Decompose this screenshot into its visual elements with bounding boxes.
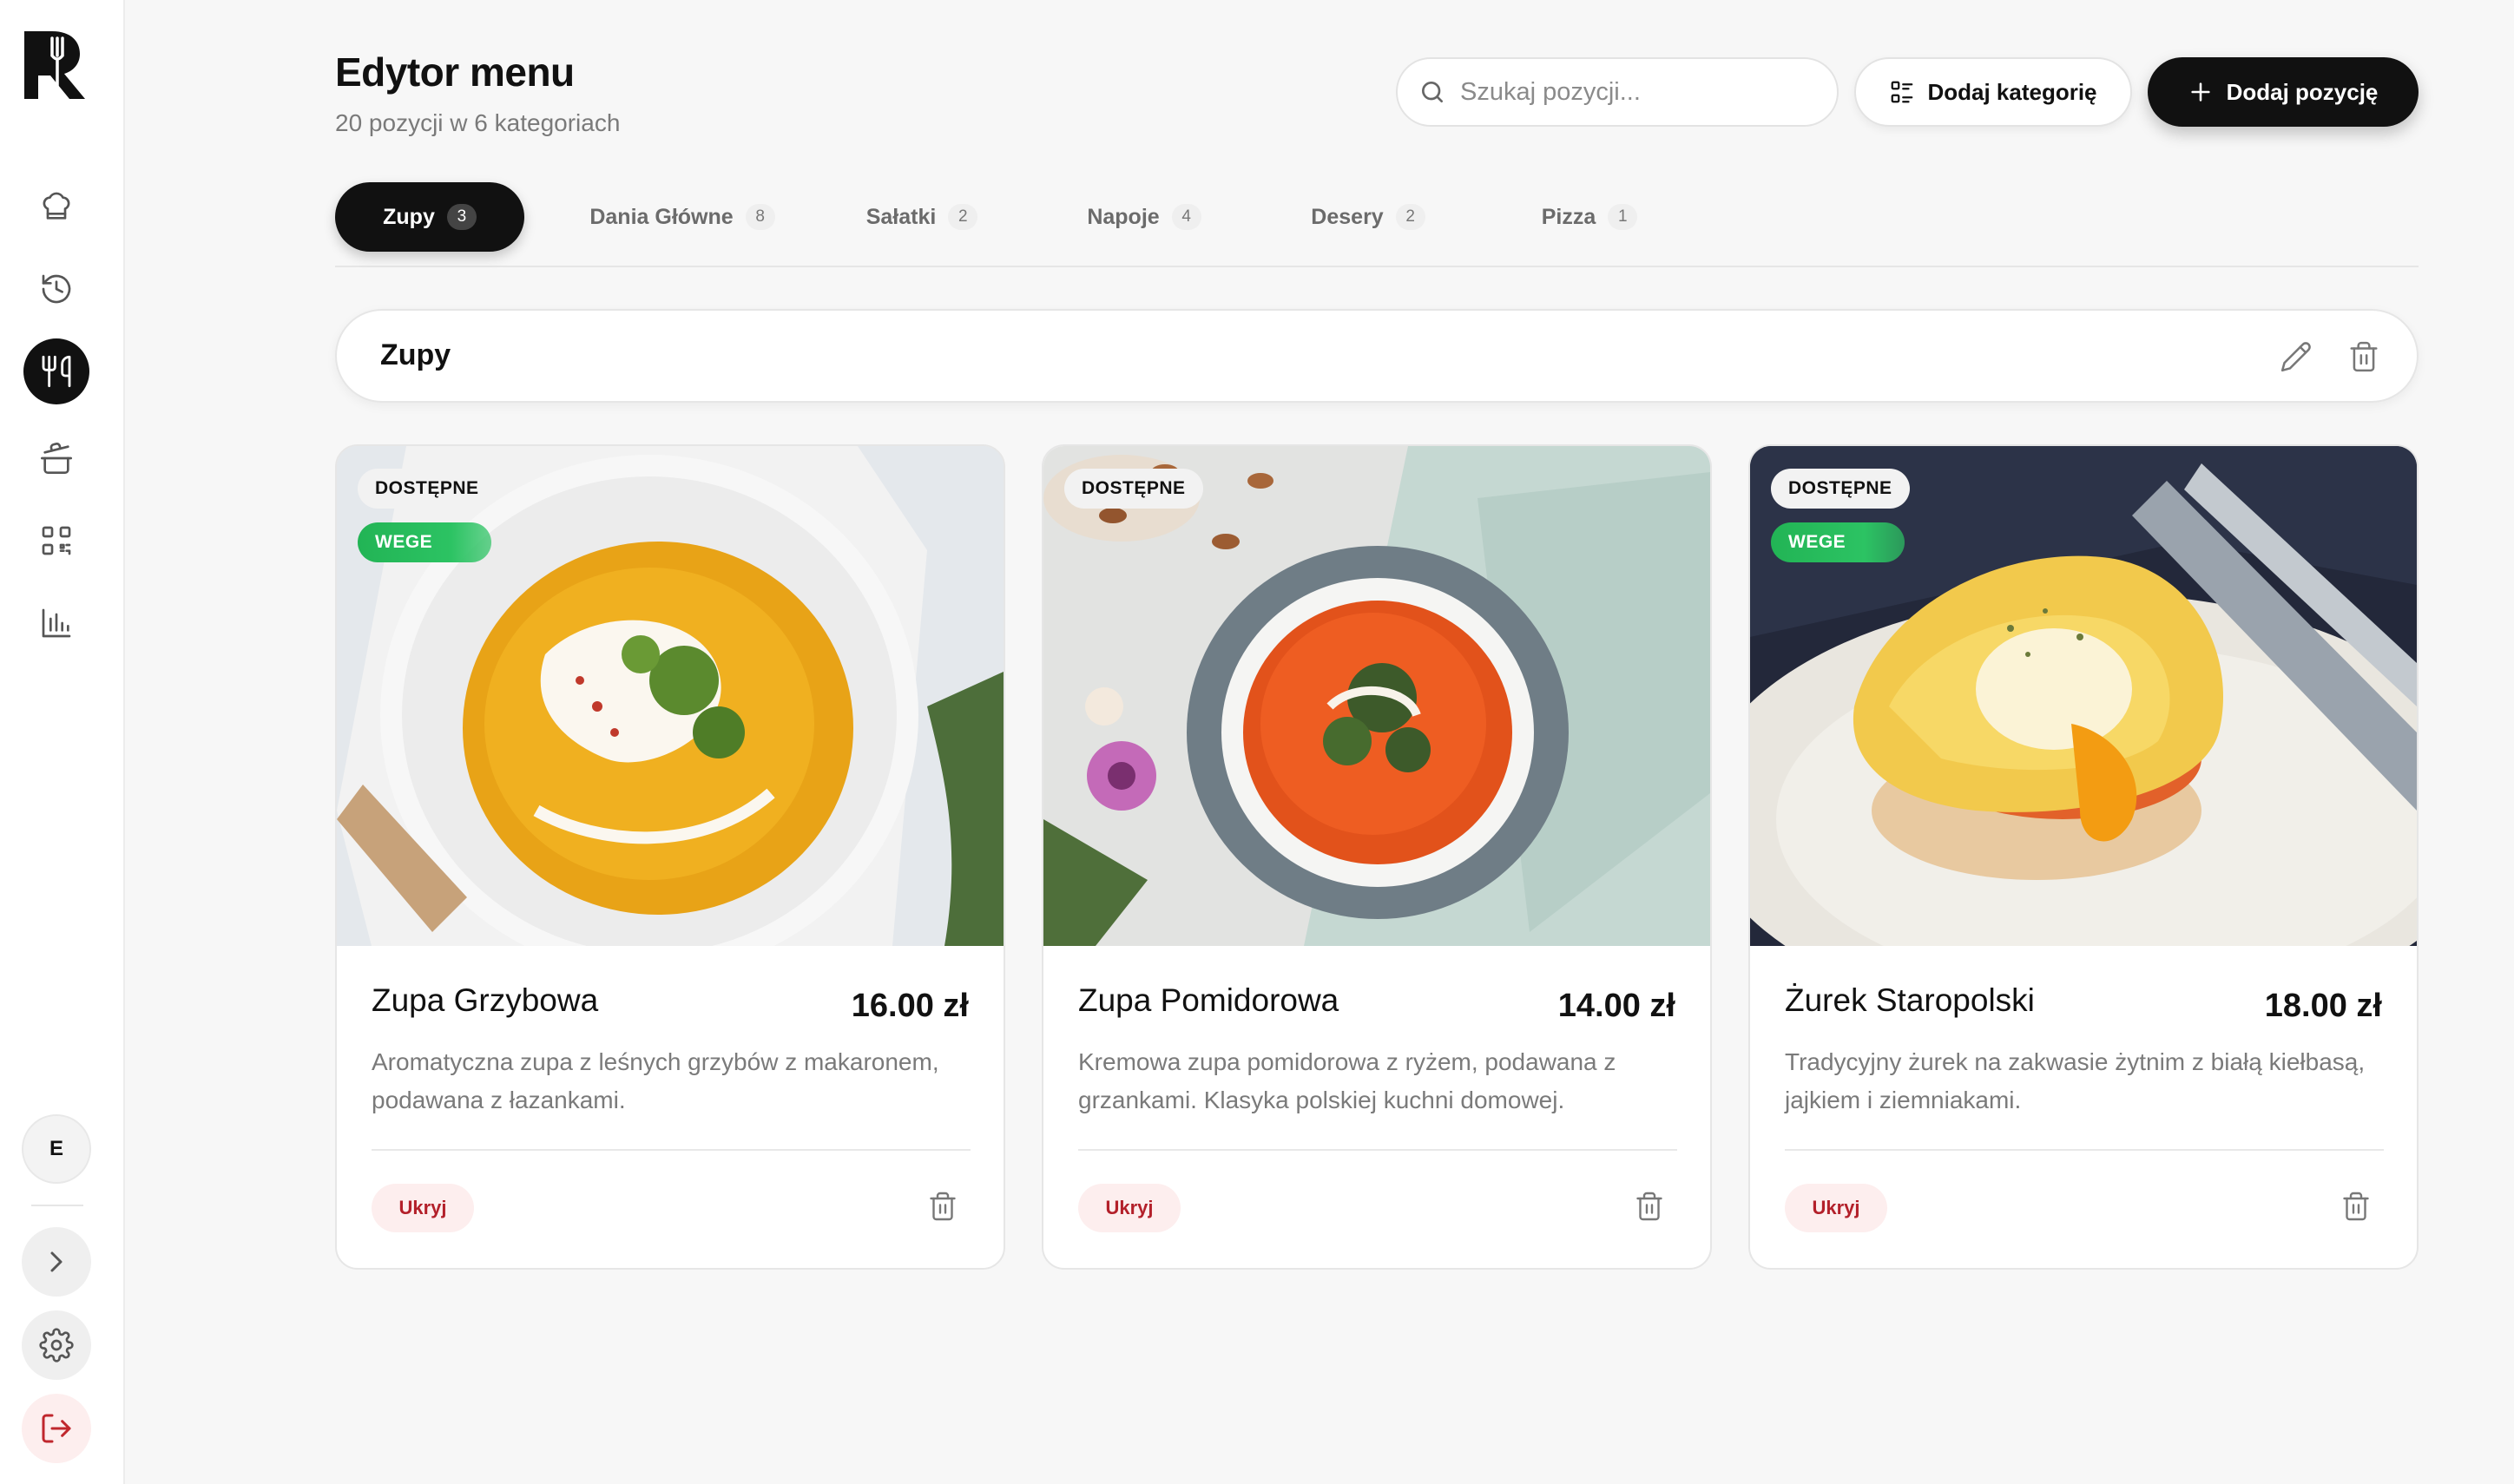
- cooking-pot-icon[interactable]: [23, 425, 89, 491]
- card-divider: [1785, 1149, 2384, 1151]
- status-badge: DOSTĘPNE: [1771, 469, 1910, 509]
- settings-button[interactable]: [22, 1310, 91, 1380]
- logout-button[interactable]: [22, 1394, 91, 1463]
- add-item-label: Dodaj pozycję: [2226, 78, 2379, 105]
- add-category-label: Dodaj kategorię: [1927, 78, 2097, 105]
- trash-icon[interactable]: [2340, 1191, 2372, 1222]
- tab-label: Desery: [1311, 204, 1384, 229]
- trash-icon[interactable]: [2347, 340, 2380, 373]
- item-name: Żurek Staropolski: [1785, 982, 2035, 1018]
- list-icon: [1892, 81, 1913, 103]
- bar-chart-icon[interactable]: [23, 590, 89, 656]
- item-price: 14.00 zł: [1557, 988, 1675, 1024]
- hide-button[interactable]: Ukryj: [1078, 1184, 1181, 1232]
- category-title: Zupy: [380, 338, 451, 371]
- tab-pizza[interactable]: Pizza 1: [1524, 182, 1655, 252]
- plus-icon: [2190, 82, 2210, 102]
- status-badge: DOSTĘPNE: [358, 469, 497, 509]
- gear-icon: [39, 1328, 74, 1363]
- item-price: 18.00 zł: [2264, 988, 2382, 1024]
- menu-item-card[interactable]: DOSTĘPNE WEGE Zupa Grzybowa 16.00 zł Aro…: [335, 444, 1005, 1270]
- hide-button[interactable]: Ukryj: [372, 1184, 474, 1232]
- card-divider: [1078, 1149, 1677, 1151]
- status-badge: DOSTĘPNE: [1064, 469, 1203, 509]
- tab-count: 4: [1171, 204, 1201, 230]
- tomato-soup-photo: [1043, 446, 1710, 946]
- tab-count: 3: [446, 204, 477, 230]
- add-category-button[interactable]: Dodaj kategorię: [1854, 57, 2132, 127]
- item-price: 16.00 zł: [851, 988, 969, 1024]
- item-description: Aromatyczna zupa z leśnych grzybów z mak…: [372, 1048, 939, 1113]
- tab-desery[interactable]: Desery 2: [1299, 182, 1438, 252]
- chef-hat-icon[interactable]: [23, 174, 89, 240]
- item-name: Zupa Pomidorowa: [1078, 982, 1339, 1018]
- item-description: Kremowa zupa pomidorowa z ryżem, podawan…: [1078, 1048, 1616, 1113]
- tab-label: Dania Główne: [589, 204, 734, 229]
- tab-label: Napoje: [1087, 204, 1160, 229]
- item-name: Zupa Grzybowa: [372, 982, 599, 1018]
- sidebar-divider: [31, 1205, 83, 1206]
- tab-count: 8: [745, 204, 775, 230]
- vege-badge: WEGE: [1771, 522, 1905, 562]
- tab-count: 2: [1395, 204, 1425, 230]
- utensils-icon[interactable]: [23, 338, 89, 404]
- page-title: Edytor menu: [335, 49, 575, 95]
- add-item-button[interactable]: Dodaj pozycję: [2148, 57, 2419, 127]
- sidebar: E: [0, 0, 125, 1484]
- search-input[interactable]: [1460, 77, 1807, 107]
- logout-icon: [42, 1414, 71, 1443]
- tab-napoje[interactable]: Napoje 4: [1075, 182, 1214, 252]
- item-description: Tradycyjny żurek na zakwasie żytnim z bi…: [1785, 1048, 2366, 1113]
- avatar-initial: E: [49, 1137, 63, 1160]
- search-icon: [1422, 82, 1443, 102]
- category-header: Zupy: [335, 309, 2419, 403]
- expand-sidebar-button[interactable]: [22, 1227, 91, 1297]
- history-icon[interactable]: [23, 256, 89, 322]
- vege-badge: WEGE: [358, 522, 491, 562]
- qr-code-icon[interactable]: [23, 508, 89, 574]
- eggs-benedict-photo: [1750, 446, 2417, 946]
- hide-button[interactable]: Ukryj: [1785, 1184, 1887, 1232]
- pencil-icon[interactable]: [2280, 340, 2313, 373]
- card-divider: [372, 1149, 971, 1151]
- search-box[interactable]: [1396, 57, 1839, 127]
- pumpkin-soup-photo: [337, 446, 1004, 946]
- tab-zupy[interactable]: Zupy 3: [335, 182, 524, 252]
- menu-item-card[interactable]: DOSTĘPNE WEGE Żurek Staropolski 18.00 zł…: [1748, 444, 2419, 1270]
- tab-label: Zupy: [383, 204, 435, 229]
- tab-salatki[interactable]: Sałatki 2: [852, 182, 991, 252]
- avatar[interactable]: E: [22, 1114, 91, 1184]
- category-tabs: Zupy 3 Dania Główne 8 Sałatki 2 Napoje 4…: [335, 182, 2419, 267]
- tab-dania-glowne[interactable]: Dania Główne 8: [569, 182, 795, 252]
- tab-count: 1: [1608, 204, 1638, 230]
- trash-icon[interactable]: [927, 1191, 958, 1222]
- restaurant-logo[interactable]: [23, 30, 87, 101]
- chevron-right-icon: [50, 1251, 63, 1272]
- tab-label: Pizza: [1541, 204, 1596, 229]
- trash-icon[interactable]: [1634, 1191, 1665, 1222]
- menu-item-card[interactable]: DOSTĘPNE Zupa Pomidorowa 14.00 zł Kremow…: [1042, 444, 1712, 1270]
- tab-count: 2: [948, 204, 978, 230]
- tab-label: Sałatki: [865, 204, 937, 229]
- page-subtitle: 20 pozycji w 6 kategoriach: [335, 109, 621, 136]
